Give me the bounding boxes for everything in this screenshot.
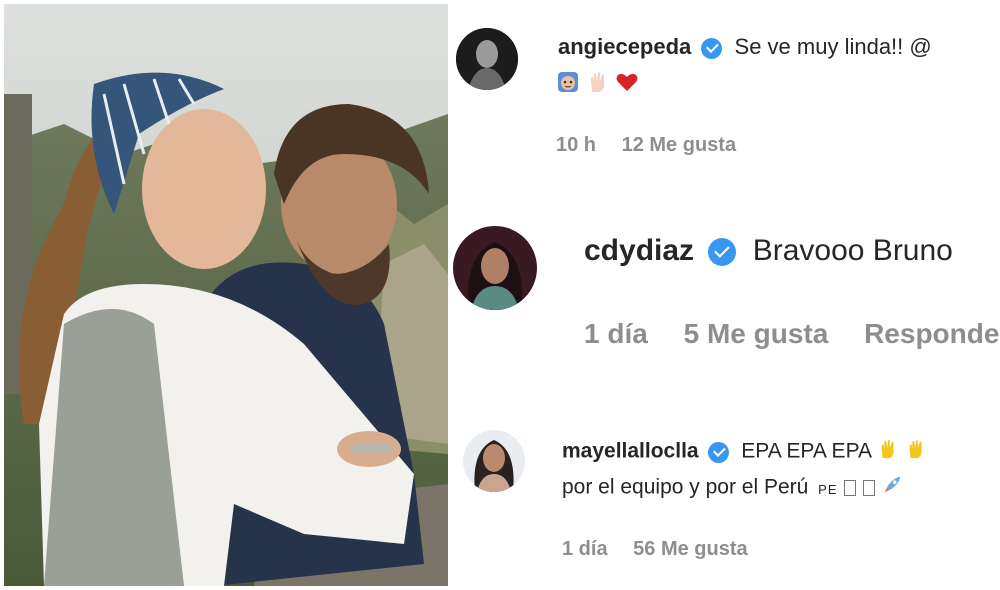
comment-item: mayellalloclla EPA EPA EPA por el equipo…	[448, 410, 1000, 590]
rocket-emoji-icon	[881, 474, 903, 502]
raised-hand-emoji-icon	[877, 438, 899, 466]
flag-emoji-text: PE	[818, 481, 838, 497]
comment-text-line2: por el equipo y por el Perú	[562, 475, 809, 499]
post-photo	[4, 4, 448, 586]
comment-time: 1 día	[584, 318, 648, 349]
photo-couple-machu-picchu	[4, 4, 448, 586]
comment-item: angiecepeda Se ve muy linda!! @ 10 h 12 …	[448, 0, 1000, 190]
comment-text: EPA EPA EPA	[741, 439, 871, 463]
like-count[interactable]: 5 Me gusta	[684, 318, 829, 349]
verified-badge-icon	[708, 441, 730, 463]
avatar[interactable]	[456, 28, 518, 90]
comment-text: Bravooo Bruno	[752, 234, 953, 267]
comment-time: 1 día	[562, 538, 608, 560]
avatar-image	[456, 28, 518, 90]
verified-badge-icon	[701, 37, 723, 59]
comment-username[interactable]: cdydiaz	[584, 234, 694, 267]
avatar-image	[453, 226, 537, 310]
avatar[interactable]	[453, 226, 537, 310]
comment-text: Se ve muy linda!! @	[734, 34, 932, 59]
like-count[interactable]: 12 Me gusta	[622, 134, 736, 156]
monkey-face-emoji-icon	[556, 70, 580, 100]
comment-time: 10 h	[556, 134, 597, 156]
missing-glyph-icon	[863, 480, 876, 496]
red-heart-emoji-icon	[615, 70, 639, 100]
comment-item: cdydiaz Bravooo Bruno 1 día 5 Me gusta R…	[448, 190, 1000, 410]
raised-hand-emoji-icon	[905, 438, 927, 466]
comment-username[interactable]: mayellalloclla	[562, 440, 699, 463]
reply-button[interactable]: Responde	[864, 318, 999, 349]
raised-hand-emoji-icon	[586, 70, 610, 100]
verified-badge-icon	[708, 238, 737, 267]
avatar[interactable]	[463, 430, 525, 492]
like-count[interactable]: 56 Me gusta	[633, 538, 747, 560]
avatar-image	[463, 430, 525, 492]
comments-panel: angiecepeda Se ve muy linda!! @ 10 h 12 …	[448, 0, 1000, 590]
missing-glyph-icon	[844, 480, 857, 496]
comment-username[interactable]: angiecepeda	[558, 34, 691, 59]
